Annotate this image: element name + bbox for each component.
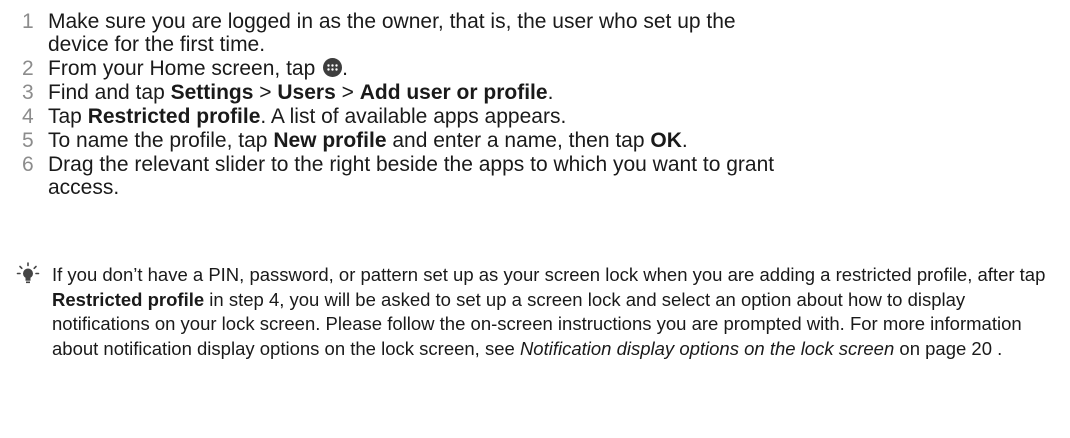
apps-icon: [323, 58, 343, 77]
step-text-segment: To name the profile, tap: [48, 129, 274, 152]
step-text-segment: .: [547, 81, 554, 104]
step-text-line: Drag the relevant slider to the right be…: [48, 153, 775, 176]
step-text: To name the profile, tap New profile and…: [48, 129, 1048, 152]
ui-term-settings: Settings: [170, 81, 254, 104]
ui-term-restricted-profile: Restricted profile: [52, 288, 205, 310]
step-text-segment: and enter a name, then tap: [386, 129, 651, 152]
step-number: 4: [22, 105, 34, 128]
step-text-segment: From your Home screen, tap: [48, 57, 322, 80]
ui-term-new-profile: New profile: [273, 129, 387, 152]
step-number: 2: [22, 57, 34, 80]
ui-term-restricted-profile: Restricted profile: [87, 105, 261, 128]
tip-text: on page 20 .: [894, 337, 1003, 359]
step-text: Find and tap Settings > Users > Add user…: [48, 81, 1048, 104]
step-number: 1: [22, 10, 34, 33]
step-text-line: access.: [48, 176, 120, 199]
step-text: Tap Restricted profile. A list of availa…: [48, 105, 1048, 128]
tip-text: If you don’t have a PIN, password, or pa…: [52, 264, 1046, 285]
step-text-segment: .: [342, 57, 348, 80]
ui-term-users: Users: [277, 81, 336, 104]
ui-term-add-user: Add user or profile: [359, 81, 548, 104]
cross-reference-link[interactable]: Notification display options on the lock…: [520, 338, 894, 359]
step-text-line: Make sure you are logged in as the owner…: [48, 10, 736, 33]
ui-term-ok: OK: [650, 129, 682, 152]
step-text-segment: Tap: [48, 105, 88, 128]
step-text: Drag the relevant slider to the right be…: [48, 153, 1048, 199]
tip-note: If you don’t have a PIN, password, or pa…: [52, 263, 1052, 361]
step-text-line: device for the first time.: [48, 33, 266, 56]
step-number: 3: [22, 81, 34, 104]
path-separator: >: [335, 81, 360, 104]
lightbulb-icon: [16, 262, 40, 286]
step-text-segment: . A list of available apps appears.: [260, 105, 567, 128]
step-text: From your Home screen, tap .: [48, 57, 1048, 80]
path-separator: >: [253, 81, 278, 104]
step-text: Make sure you are logged in as the owner…: [48, 10, 1048, 56]
step-text-segment: .: [681, 129, 688, 152]
step-number: 5: [22, 129, 34, 152]
step-number: 6: [22, 153, 34, 176]
step-text-segment: Find and tap: [48, 81, 171, 104]
